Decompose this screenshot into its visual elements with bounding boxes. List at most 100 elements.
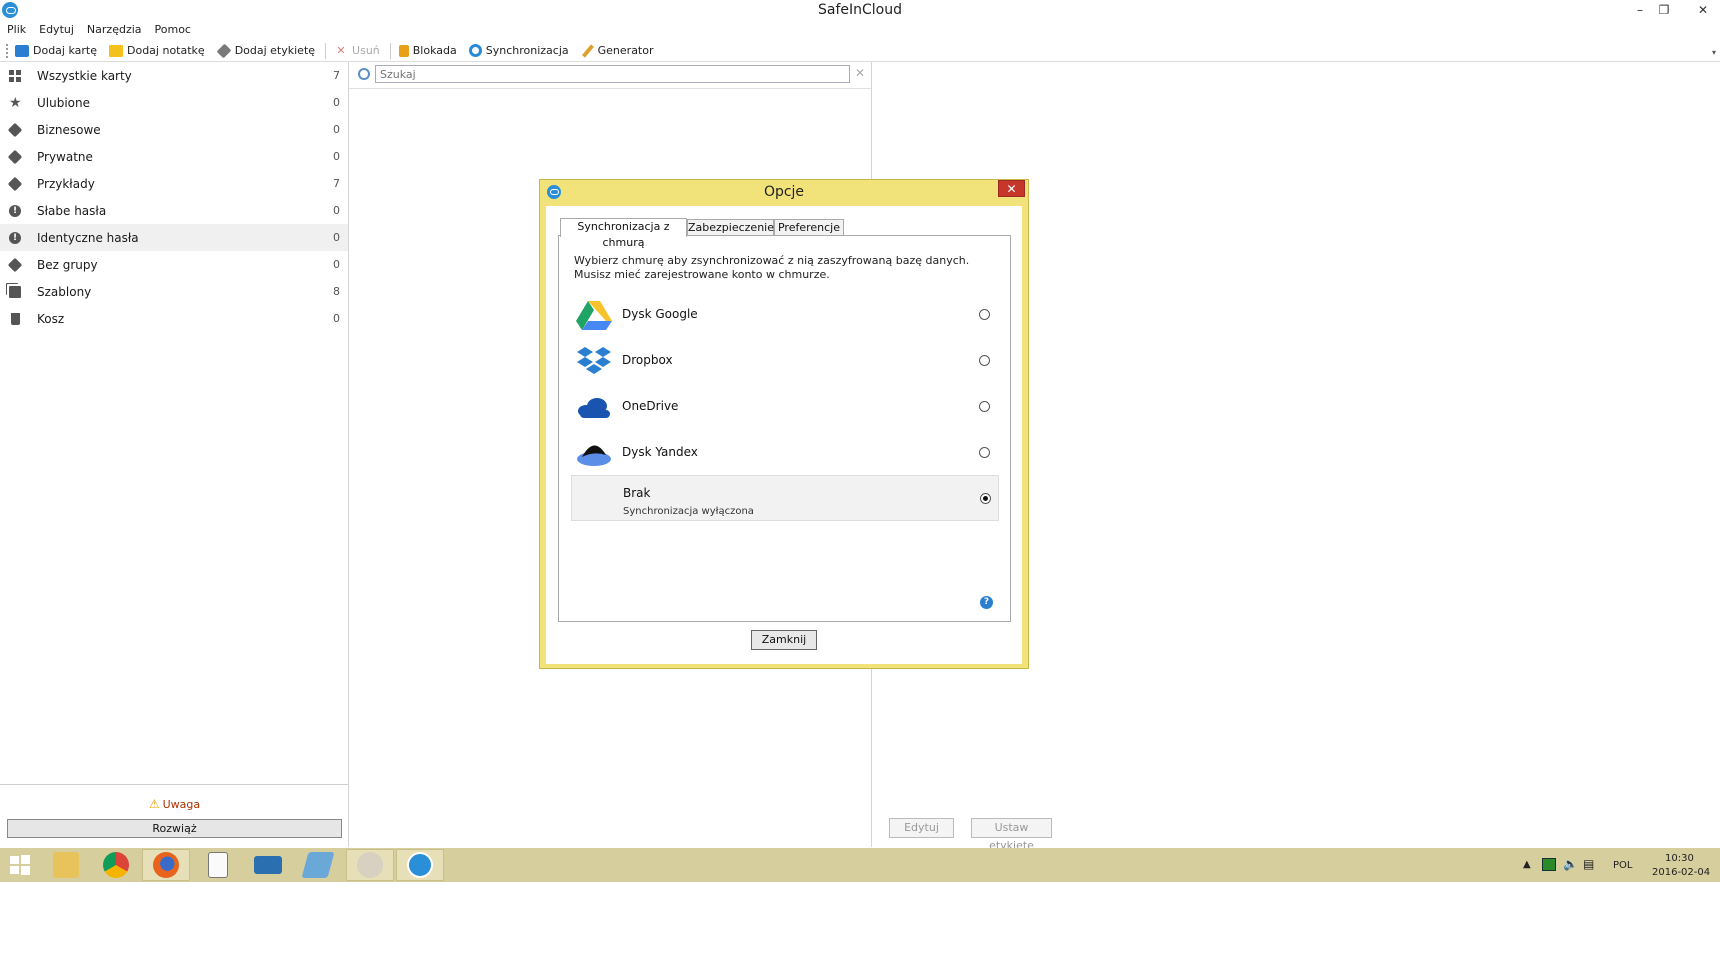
cloud-option-none[interactable]: Brak Synchronizacja wyłączona bbox=[571, 475, 999, 521]
clear-search-icon[interactable]: ✕ bbox=[855, 66, 865, 80]
solve-button[interactable]: Rozwiąż bbox=[7, 819, 342, 838]
sidebar-footer: ⚠ Uwaga Rozwiąż bbox=[0, 784, 349, 847]
sidebar-item-count: 0 bbox=[333, 96, 340, 109]
menu-file[interactable]: Plik bbox=[7, 22, 26, 40]
toolbar-separator bbox=[389, 42, 391, 59]
toolbar-separator bbox=[325, 42, 327, 59]
taskbar-paint[interactable] bbox=[346, 849, 394, 881]
sidebar-item-label: Słabe hasła bbox=[37, 203, 107, 218]
taskbar-document[interactable] bbox=[194, 849, 242, 881]
dropbox-icon bbox=[577, 347, 611, 374]
cloud-option-radio[interactable] bbox=[979, 355, 990, 366]
language-indicator[interactable]: POL bbox=[1613, 860, 1632, 871]
edit-button[interactable]: Edytuj bbox=[889, 818, 954, 838]
toolbar-overflow-icon[interactable]: ▾ bbox=[1712, 48, 1716, 57]
sidebar-item-duplicate-passwords[interactable]: ! Identyczne hasła 0 bbox=[0, 224, 348, 251]
title-bar: SafeInCloud – ❐ ✕ bbox=[0, 0, 1720, 22]
taskbar-chrome[interactable] bbox=[92, 849, 140, 881]
cloud-option-radio[interactable] bbox=[979, 447, 990, 458]
menu-edit[interactable]: Edytuj bbox=[39, 22, 74, 40]
sidebar-item-favorites[interactable]: ★ Ulubione 0 bbox=[0, 89, 348, 116]
cloud-option-onedrive[interactable]: OneDrive bbox=[571, 384, 999, 430]
sync-button[interactable]: Synchronizacja bbox=[468, 44, 569, 57]
dialog-close-button[interactable]: ✕ bbox=[998, 180, 1025, 197]
cloud-option-radio[interactable] bbox=[979, 309, 990, 320]
cloud-option-name: Dysk Yandex bbox=[622, 445, 698, 459]
paint-icon bbox=[357, 852, 383, 878]
dialog-title-bar: Opcje ✕ bbox=[540, 180, 1028, 204]
sidebar-item-count: 0 bbox=[333, 123, 340, 136]
sidebar-item-label: Szablony bbox=[37, 284, 92, 299]
sidebar-item-trash[interactable]: Kosz 0 bbox=[0, 305, 348, 332]
cloud-option-name: Brak bbox=[623, 486, 651, 500]
add-note-button[interactable]: Dodaj notatkę bbox=[109, 44, 205, 57]
sidebar-item-examples[interactable]: Przykłady 7 bbox=[0, 170, 348, 197]
cloud-option-radio-selected[interactable] bbox=[980, 493, 991, 504]
safeincloud-icon bbox=[407, 852, 433, 878]
delete-label: Usuń bbox=[352, 44, 380, 57]
close-window-button[interactable]: ✕ bbox=[1690, 1, 1716, 19]
sidebar-item-all-cards[interactable]: Wszystkie karty 7 bbox=[0, 62, 348, 89]
add-card-button[interactable]: Dodaj kartę bbox=[15, 44, 97, 57]
clock-date[interactable]: 2016-02-04 bbox=[1652, 867, 1710, 878]
warning-label: Uwaga bbox=[162, 798, 201, 811]
delete-icon: ✕ bbox=[336, 43, 346, 57]
delete-button[interactable]: ✕ Usuń bbox=[334, 43, 380, 57]
search-input[interactable] bbox=[375, 65, 850, 83]
nvidia-icon[interactable] bbox=[1542, 858, 1556, 871]
tab-panel: Wybierz chmurę aby zsynchronizować z nią… bbox=[558, 235, 1011, 622]
help-icon[interactable]: ? bbox=[980, 596, 993, 609]
sidebar-item-business[interactable]: Biznesowe 0 bbox=[0, 116, 348, 143]
sidebar-item-label: Biznesowe bbox=[37, 122, 101, 137]
cloud-option-dropbox[interactable]: Dropbox bbox=[571, 338, 999, 384]
set-label-button[interactable]: Ustaw etykietę bbox=[971, 818, 1052, 852]
tray-overflow-icon[interactable]: ▲ bbox=[1523, 859, 1531, 870]
tab-cloud-sync[interactable]: Synchronizacja z chmurą bbox=[560, 218, 687, 249]
taskbar-firefox[interactable] bbox=[142, 849, 190, 881]
cloud-option-google-drive[interactable]: Dysk Google bbox=[571, 292, 999, 338]
sidebar-item-count: 7 bbox=[333, 69, 340, 82]
sidebar-item-no-group[interactable]: Bez grupy 0 bbox=[0, 251, 348, 278]
menu-tools[interactable]: Narzędzia bbox=[87, 22, 142, 40]
lock-icon bbox=[398, 44, 409, 57]
lock-label: Blokada bbox=[412, 44, 457, 57]
tag-icon bbox=[7, 176, 23, 191]
window-title: SafeInCloud bbox=[818, 2, 902, 18]
sidebar-item-label: Kosz bbox=[37, 311, 65, 326]
restore-button[interactable]: ❐ bbox=[1651, 1, 1677, 19]
generator-button[interactable]: Generator bbox=[581, 43, 654, 58]
taskbar-app[interactable] bbox=[294, 849, 342, 881]
taskbar-wtw[interactable] bbox=[244, 849, 292, 881]
sidebar-item-label: Prywatne bbox=[37, 149, 93, 164]
cloud-option-radio[interactable] bbox=[979, 401, 990, 412]
firefox-icon bbox=[153, 852, 179, 878]
clock-time[interactable]: 10:30 bbox=[1665, 853, 1694, 864]
taskbar-explorer[interactable] bbox=[42, 849, 90, 881]
sidebar-item-weak-passwords[interactable]: ! Słabe hasła 0 bbox=[0, 197, 348, 224]
sidebar-item-private[interactable]: Prywatne 0 bbox=[0, 143, 348, 170]
sidebar-item-label: Identyczne hasła bbox=[37, 230, 139, 245]
tab-preferences[interactable]: Preferencje bbox=[774, 219, 844, 236]
start-button[interactable] bbox=[0, 849, 44, 881]
generator-label: Generator bbox=[597, 44, 654, 57]
network-icon[interactable]: ▤ bbox=[1583, 857, 1594, 871]
lock-button[interactable]: Blokada bbox=[398, 44, 457, 57]
add-label-button[interactable]: Dodaj etykietę bbox=[216, 43, 315, 58]
volume-icon[interactable]: 🔈 bbox=[1563, 857, 1578, 871]
minimize-button[interactable]: – bbox=[1627, 1, 1653, 19]
toolbar-grip[interactable] bbox=[6, 43, 9, 58]
tab-security[interactable]: Zabezpieczenie bbox=[687, 219, 774, 236]
sidebar-item-count: 0 bbox=[333, 150, 340, 163]
add-card-label: Dodaj kartę bbox=[33, 44, 97, 57]
card-icon bbox=[15, 44, 29, 57]
sidebar-item-templates[interactable]: Szablony 8 bbox=[0, 278, 348, 305]
sidebar-item-count: 0 bbox=[333, 204, 340, 217]
cloud-option-yandex-disk[interactable]: Dysk Yandex bbox=[571, 430, 999, 476]
taskbar-safeincloud[interactable] bbox=[396, 849, 444, 881]
wtw-icon bbox=[254, 856, 282, 874]
sync-label: Synchronizacja bbox=[485, 44, 569, 57]
tag-icon bbox=[216, 43, 232, 58]
menu-help[interactable]: Pomoc bbox=[155, 22, 191, 40]
untagged-icon bbox=[7, 257, 23, 272]
close-dialog-button[interactable]: Zamknij bbox=[751, 630, 817, 650]
